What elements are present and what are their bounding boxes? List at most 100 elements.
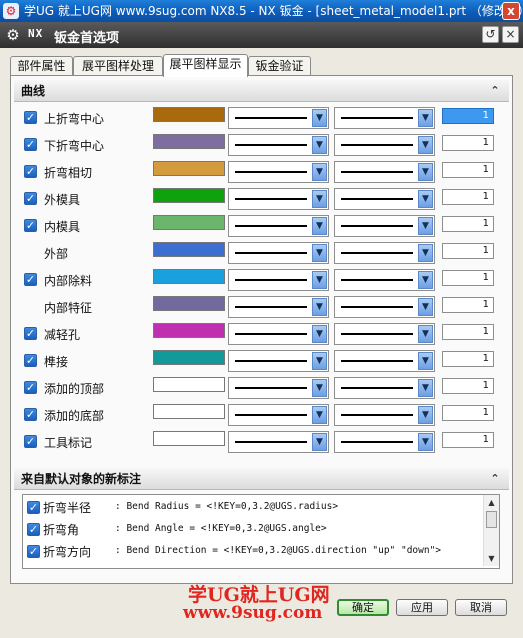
chevron-down-icon[interactable]: ▼: [418, 190, 433, 208]
line-font-dropdown[interactable]: ▼: [228, 377, 329, 399]
line-width-dropdown[interactable]: ▼: [334, 323, 435, 345]
chevron-down-icon[interactable]: ▼: [312, 190, 327, 208]
reset-icon[interactable]: ↺: [482, 26, 499, 43]
chevron-down-icon[interactable]: ▼: [312, 433, 327, 451]
annotations-group-header[interactable]: 来自默认对象的新标注 ⌃: [14, 468, 509, 490]
annotation-checkbox[interactable]: ✓: [27, 545, 40, 558]
chevron-down-icon[interactable]: ▼: [312, 379, 327, 397]
line-font-dropdown[interactable]: ▼: [228, 350, 329, 372]
chevron-down-icon[interactable]: ▼: [312, 163, 327, 181]
line-width-field[interactable]: 1: [442, 351, 494, 367]
collapse-icon[interactable]: ⌃: [487, 471, 503, 487]
curve-checkbox[interactable]: ✓: [24, 138, 37, 151]
curve-checkbox[interactable]: ✓: [24, 165, 37, 178]
curve-checkbox[interactable]: ✓: [24, 111, 37, 124]
curve-color-swatch[interactable]: [153, 134, 225, 149]
chevron-down-icon[interactable]: ▼: [418, 244, 433, 262]
line-width-field[interactable]: 1: [442, 432, 494, 448]
line-width-field[interactable]: 1: [442, 216, 494, 232]
chevron-down-icon[interactable]: ▼: [312, 136, 327, 154]
chevron-down-icon[interactable]: ▼: [418, 217, 433, 235]
line-width-dropdown[interactable]: ▼: [334, 188, 435, 210]
annotation-checkbox[interactable]: ✓: [27, 523, 40, 536]
line-width-field[interactable]: 1: [442, 189, 494, 205]
curve-color-swatch[interactable]: [153, 404, 225, 419]
line-width-field[interactable]: 1: [442, 378, 494, 394]
close-icon[interactable]: ×: [502, 26, 519, 43]
gear-icon[interactable]: ⚙: [4, 26, 22, 44]
curve-color-swatch[interactable]: [153, 269, 225, 284]
collapse-icon[interactable]: ⌃: [487, 83, 503, 99]
chevron-down-icon[interactable]: ▼: [418, 406, 433, 424]
curve-color-swatch[interactable]: [153, 323, 225, 338]
curve-checkbox[interactable]: ✓: [24, 192, 37, 205]
curve-color-swatch[interactable]: [153, 107, 225, 122]
window-close-icon[interactable]: x: [502, 2, 520, 20]
curve-color-swatch[interactable]: [153, 377, 225, 392]
line-font-dropdown[interactable]: ▼: [228, 134, 329, 156]
line-width-dropdown[interactable]: ▼: [334, 269, 435, 291]
line-width-dropdown[interactable]: ▼: [334, 215, 435, 237]
chevron-down-icon[interactable]: ▼: [418, 109, 433, 127]
line-font-dropdown[interactable]: ▼: [228, 296, 329, 318]
curve-checkbox[interactable]: ✓: [24, 435, 37, 448]
curve-color-swatch[interactable]: [153, 431, 225, 446]
curve-color-swatch[interactable]: [153, 161, 225, 176]
scroll-down-icon[interactable]: ▼: [485, 552, 498, 565]
line-width-field[interactable]: 1: [442, 324, 494, 340]
line-width-dropdown[interactable]: ▼: [334, 404, 435, 426]
curve-checkbox[interactable]: ✓: [24, 381, 37, 394]
chevron-down-icon[interactable]: ▼: [312, 352, 327, 370]
curves-group-header[interactable]: 曲线 ⌃: [14, 80, 509, 102]
line-font-dropdown[interactable]: ▼: [228, 188, 329, 210]
curve-color-swatch[interactable]: [153, 296, 225, 311]
curve-color-swatch[interactable]: [153, 215, 225, 230]
apply-button[interactable]: 应用: [396, 599, 448, 616]
tab-flat-pattern-display[interactable]: 展平图样显示: [163, 54, 248, 77]
curve-checkbox[interactable]: ✓: [24, 273, 37, 286]
scrollbar-thumb[interactable]: [486, 511, 497, 528]
chevron-down-icon[interactable]: ▼: [418, 163, 433, 181]
chevron-down-icon[interactable]: ▼: [418, 325, 433, 343]
line-font-dropdown[interactable]: ▼: [228, 215, 329, 237]
line-width-dropdown[interactable]: ▼: [334, 134, 435, 156]
line-width-field[interactable]: 1: [442, 108, 494, 124]
annotation-scrollbar[interactable]: ▲ ▼: [483, 495, 499, 566]
line-width-field[interactable]: 1: [442, 243, 494, 259]
chevron-down-icon[interactable]: ▼: [418, 136, 433, 154]
tab-sheet-metal-validation[interactable]: 钣金验证: [248, 56, 311, 76]
curve-color-swatch[interactable]: [153, 242, 225, 257]
chevron-down-icon[interactable]: ▼: [418, 352, 433, 370]
scroll-up-icon[interactable]: ▲: [485, 496, 498, 509]
chevron-down-icon[interactable]: ▼: [312, 109, 327, 127]
line-width-dropdown[interactable]: ▼: [334, 350, 435, 372]
line-width-field[interactable]: 1: [442, 162, 494, 178]
cancel-button[interactable]: 取消: [455, 599, 507, 616]
chevron-down-icon[interactable]: ▼: [312, 271, 327, 289]
tab-flat-pattern-treatment[interactable]: 展平图样处理: [73, 56, 163, 76]
line-width-field[interactable]: 1: [442, 270, 494, 286]
line-width-field[interactable]: 1: [442, 297, 494, 313]
chevron-down-icon[interactable]: ▼: [312, 325, 327, 343]
line-font-dropdown[interactable]: ▼: [228, 404, 329, 426]
line-width-dropdown[interactable]: ▼: [334, 242, 435, 264]
line-width-field[interactable]: 1: [442, 405, 494, 421]
curve-checkbox[interactable]: ✓: [24, 219, 37, 232]
line-font-dropdown[interactable]: ▼: [228, 242, 329, 264]
line-width-dropdown[interactable]: ▼: [334, 431, 435, 453]
line-font-dropdown[interactable]: ▼: [228, 161, 329, 183]
chevron-down-icon[interactable]: ▼: [418, 298, 433, 316]
chevron-down-icon[interactable]: ▼: [418, 271, 433, 289]
chevron-down-icon[interactable]: ▼: [312, 298, 327, 316]
curve-color-swatch[interactable]: [153, 350, 225, 365]
curve-checkbox[interactable]: ✓: [24, 408, 37, 421]
line-font-dropdown[interactable]: ▼: [228, 107, 329, 129]
line-font-dropdown[interactable]: ▼: [228, 269, 329, 291]
ok-button[interactable]: 确定: [337, 599, 389, 616]
chevron-down-icon[interactable]: ▼: [418, 379, 433, 397]
annotation-list[interactable]: ✓ 折弯半径: Bend Radius = <!KEY=0,3.2@UGS.rad…: [22, 494, 500, 569]
chevron-down-icon[interactable]: ▼: [312, 406, 327, 424]
curve-checkbox[interactable]: ✓: [24, 354, 37, 367]
line-width-dropdown[interactable]: ▼: [334, 161, 435, 183]
chevron-down-icon[interactable]: ▼: [312, 217, 327, 235]
